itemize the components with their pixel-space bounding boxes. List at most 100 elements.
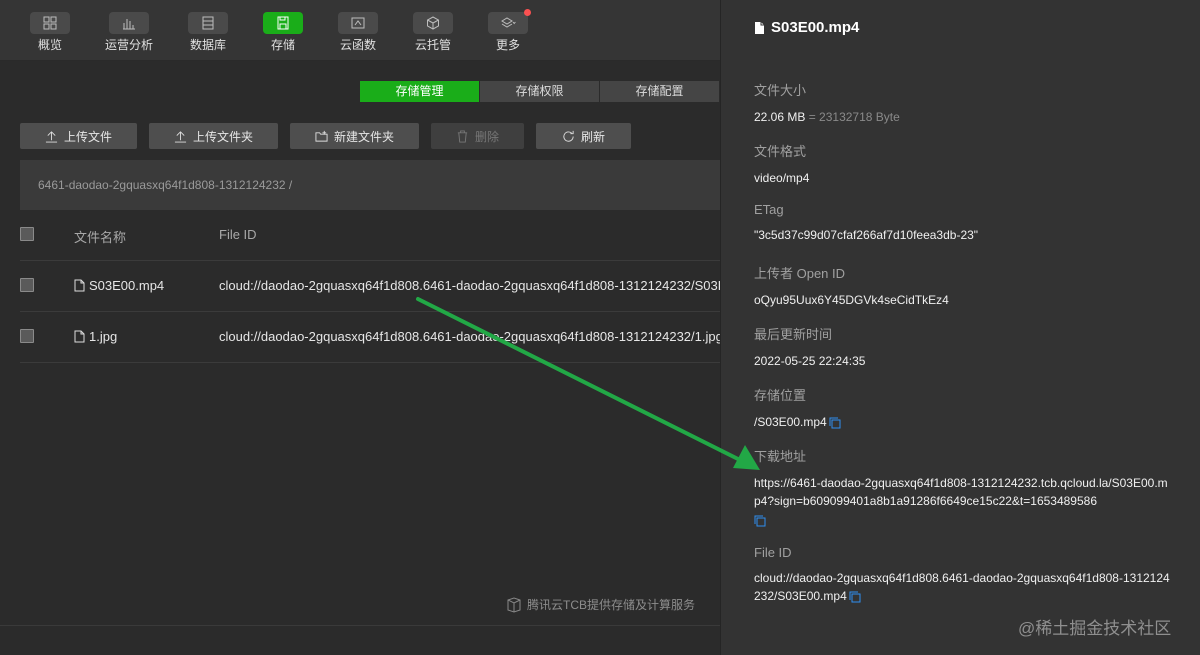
cloud-hosting-icon bbox=[413, 12, 453, 34]
field-value: https://6461-daodao-2gquasxq64f1d808-131… bbox=[754, 474, 1174, 528]
new-folder-icon bbox=[315, 130, 328, 142]
notification-dot bbox=[524, 9, 531, 16]
table-row[interactable]: S03E00.mp4 cloud://daodao-2gquasxq64f1d8… bbox=[20, 261, 720, 312]
file-name[interactable]: 1.jpg bbox=[89, 329, 117, 344]
field-file-id: File ID cloud://daodao-2gquasxq64f1d808.… bbox=[754, 545, 1174, 605]
file-icon bbox=[755, 21, 764, 34]
table-header: 文件名称 File ID bbox=[20, 210, 720, 261]
toolbar-label: 云函数 bbox=[339, 38, 376, 52]
field-value: "3c5d37c99d07cfaf266af7d10feea3db-23" bbox=[754, 228, 979, 242]
field-label: 下载地址 bbox=[754, 449, 807, 464]
field-format: 文件格式 video/mp4 bbox=[754, 141, 1174, 187]
toolbar-label: 运营分析 bbox=[104, 38, 153, 52]
divider bbox=[0, 625, 720, 626]
upload-folder-button[interactable]: 上传文件夹 bbox=[149, 123, 278, 149]
size-mb: 22.06 MB bbox=[754, 110, 806, 124]
file-id-cell: cloud://daodao-2gquasxq64f1d808.6461-dao… bbox=[219, 329, 720, 344]
file-icon bbox=[74, 279, 85, 292]
upload-file-button[interactable]: 上传文件 bbox=[20, 123, 137, 149]
row-checkbox[interactable] bbox=[20, 329, 34, 343]
file-name[interactable]: S03E00.mp4 bbox=[89, 278, 164, 293]
file-name-cell: 1.jpg bbox=[74, 329, 117, 344]
top-toolbar: 概览 运营分析 数据库 存储 云函数 云托管 更多 bbox=[0, 0, 720, 61]
field-label: 文件大小 bbox=[754, 83, 807, 98]
storage-icon bbox=[263, 12, 303, 34]
header-file-name: 文件名称 bbox=[74, 230, 127, 245]
button-label: 刷新 bbox=[580, 129, 605, 144]
storage-tabs: 存储管理 存储权限 存储配置 bbox=[360, 81, 720, 102]
refresh-button[interactable]: 刷新 bbox=[536, 123, 631, 149]
copy-icon[interactable] bbox=[849, 591, 861, 603]
toolbar-label: 存储 bbox=[270, 38, 295, 52]
copy-icon[interactable] bbox=[829, 417, 841, 429]
field-value: 22.06 MB = 23132718 Byte bbox=[754, 108, 1174, 126]
button-label: 删除 bbox=[474, 129, 499, 144]
field-download-url: 下载地址 https://6461-daodao-2gquasxq64f1d80… bbox=[754, 446, 1174, 528]
tab-storage-config[interactable]: 存储配置 bbox=[600, 81, 719, 102]
service-note: 腾讯云TCB提供存储及计算服务 bbox=[506, 596, 695, 613]
overview-icon bbox=[30, 12, 70, 34]
button-label: 上传文件夹 bbox=[192, 129, 253, 144]
field-etag: ETag "3c5d37c99d07cfaf266af7d10feea3db-2… bbox=[754, 202, 1174, 244]
upload-icon bbox=[174, 130, 187, 143]
field-value: /S03E00.mp4 bbox=[754, 413, 1174, 431]
panel-title: S03E00.mp4 bbox=[754, 19, 859, 36]
file-id-cell: cloud://daodao-2gquasxq64f1d808.6461-dao… bbox=[219, 278, 720, 293]
field-location: 存储位置 /S03E00.mp4 bbox=[754, 385, 1174, 431]
service-note-text: 腾讯云TCB提供存储及计算服务 bbox=[527, 598, 696, 612]
file-detail-panel: S03E00.mp4 文件大小 22.06 MB = 23132718 Byte… bbox=[720, 0, 1200, 655]
location-text: /S03E00.mp4 bbox=[754, 415, 827, 429]
field-uploader: 上传者 Open ID oQyu95Uux6Y45DGVk4seCidTkEz4 bbox=[754, 263, 1174, 309]
field-updated-time: 最后更新时间 2022-05-25 22:24:35 bbox=[754, 324, 1174, 370]
toolbar-item-storage[interactable]: 存储 bbox=[253, 12, 313, 53]
toolbar-item-database[interactable]: 数据库 bbox=[178, 12, 238, 53]
button-label: 上传文件 bbox=[63, 129, 112, 144]
file-id-text: cloud://daodao-2gquasxq64f1d808.6461-dao… bbox=[754, 571, 1170, 603]
delete-button[interactable]: 删除 bbox=[431, 123, 524, 149]
new-folder-button[interactable]: 新建文件夹 bbox=[290, 123, 419, 149]
button-label: 新建文件夹 bbox=[333, 129, 394, 144]
select-all-checkbox[interactable] bbox=[20, 227, 34, 241]
field-value: oQyu95Uux6Y45DGVk4seCidTkEz4 bbox=[754, 293, 949, 307]
size-bytes: = 23132718 Byte bbox=[808, 110, 900, 124]
field-value: video/mp4 bbox=[754, 171, 810, 185]
field-label: 上传者 Open ID bbox=[754, 266, 846, 281]
field-label: 文件格式 bbox=[754, 144, 807, 159]
field-value: 2022-05-25 22:24:35 bbox=[754, 354, 866, 368]
analytics-icon bbox=[109, 12, 149, 34]
breadcrumb[interactable]: 6461-daodao-2gquasxq64f1d808-1312124232 … bbox=[20, 160, 720, 210]
tab-storage-permission[interactable]: 存储权限 bbox=[480, 81, 599, 102]
download-url-text[interactable]: https://6461-daodao-2gquasxq64f1d808-131… bbox=[754, 476, 1168, 508]
toolbar-label: 更多 bbox=[495, 38, 520, 52]
file-icon bbox=[74, 330, 85, 343]
toolbar-label: 概览 bbox=[37, 38, 62, 52]
tencent-cloud-logo-icon bbox=[507, 596, 521, 613]
toolbar-item-analytics[interactable]: 运营分析 bbox=[99, 12, 159, 53]
field-value: cloud://daodao-2gquasxq64f1d808.6461-dao… bbox=[754, 569, 1174, 605]
table-row[interactable]: 1.jpg cloud://daodao-2gquasxq64f1d808.64… bbox=[20, 312, 720, 363]
tab-storage-management[interactable]: 存储管理 bbox=[360, 81, 479, 102]
field-label: 最后更新时间 bbox=[754, 327, 833, 342]
copy-icon[interactable] bbox=[754, 515, 766, 527]
refresh-icon bbox=[563, 130, 574, 142]
field-size: 文件大小 22.06 MB = 23132718 Byte bbox=[754, 80, 1174, 126]
toolbar-item-overview[interactable]: 概览 bbox=[20, 12, 80, 53]
trash-icon bbox=[457, 129, 468, 143]
upload-icon bbox=[45, 130, 58, 143]
header-file-id: File ID bbox=[219, 227, 257, 242]
row-checkbox[interactable] bbox=[20, 278, 34, 292]
toolbar-label: 数据库 bbox=[189, 38, 226, 52]
database-icon bbox=[188, 12, 228, 34]
watermark: @稀土掘金技术社区 bbox=[1018, 619, 1172, 638]
file-name-cell: S03E00.mp4 bbox=[74, 278, 164, 293]
toolbar-item-more[interactable]: 更多 bbox=[478, 9, 538, 53]
field-label: 存储位置 bbox=[754, 388, 807, 403]
more-layers-icon bbox=[488, 9, 531, 34]
file-table: 文件名称 File ID S03E00.mp4 cloud://daodao-2… bbox=[20, 210, 720, 363]
field-label: File ID bbox=[754, 545, 792, 560]
panel-title-text: S03E00.mp4 bbox=[771, 19, 860, 36]
field-label: ETag bbox=[754, 202, 784, 217]
toolbar-item-cloud-hosting[interactable]: 云托管 bbox=[403, 12, 463, 53]
toolbar-item-cloud-function[interactable]: 云函数 bbox=[328, 12, 388, 53]
toolbar-label: 云托管 bbox=[414, 38, 451, 52]
